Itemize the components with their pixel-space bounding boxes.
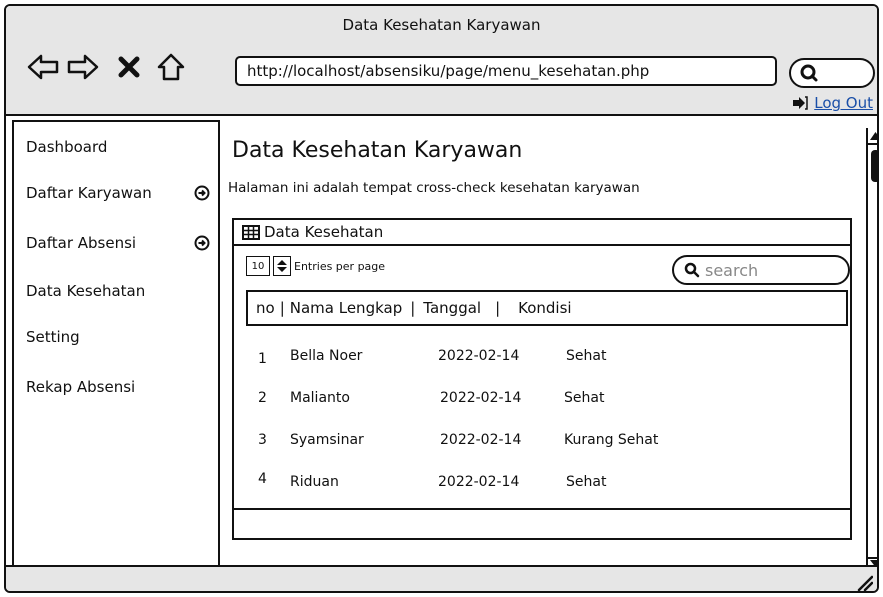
sidebar-item-data-kesehatan[interactable]: Data Kesehatan [26,282,210,300]
column-separator: | [495,299,501,317]
browser-window: Data Kesehatan Karyawan http://localhost… [4,4,879,593]
cell-condition: Kurang Sehat [564,432,659,448]
cell-condition: Sehat [564,390,605,406]
sidebar-item-daftar-karyawan[interactable]: Daftar Karyawan [26,184,210,202]
sidebar-item-label: Setting [26,328,80,346]
column-header-tanggal[interactable]: Tanggal [423,299,481,317]
browser-search-field[interactable] [789,58,875,88]
search-icon [800,64,818,82]
sidebar-item-daftar-absensi[interactable]: Daftar Absensi [26,234,210,252]
entries-select[interactable]: 10 [246,256,270,276]
sidebar-item-dashboard[interactable]: Dashboard [26,138,210,156]
panel-footer [234,508,850,510]
column-header-nama-lengkap[interactable]: Nama Lengkap [290,299,402,317]
table-grid-icon [242,224,260,240]
close-icon[interactable] [112,52,146,82]
entries-label: Entries per page [294,259,386,273]
cell-no: 1 [258,351,267,367]
cell-condition: Sehat [566,474,607,490]
logout-link[interactable]: Log Out [792,94,873,112]
column-separator: | [410,299,416,317]
table-row[interactable]: 3 Syamsinar 2022-02-14 Kurang Sehat [258,432,818,456]
cell-name: Malianto [290,390,350,406]
sidebar-item-label: Rekap Absensi [26,378,136,396]
cell-date: 2022-02-14 [438,474,520,490]
page-description: Halaman ini adalah tempat cross-check ke… [228,180,640,196]
data-panel: Data Kesehatan 10 Entries per page searc… [232,218,852,540]
cell-no: 4 [258,471,267,487]
cell-no: 2 [258,390,267,406]
vertical-scrollbar[interactable] [866,128,877,568]
sidebar: Dashboard Daftar Karyawan Daftar Absensi… [12,120,220,582]
cell-date: 2022-02-14 [440,390,522,406]
circle-arrow-right-icon [194,185,210,201]
cell-date: 2022-02-14 [440,432,522,448]
cell-condition: Sehat [566,348,607,364]
sidebar-item-setting[interactable]: Setting [26,328,210,346]
stepper-icon[interactable] [273,256,291,276]
home-icon[interactable] [154,52,188,82]
panel-title: Data Kesehatan [264,223,384,241]
column-separator: | [279,299,285,317]
logout-icon [793,96,808,110]
table-search-input[interactable]: search [672,255,850,285]
browser-toolbar: Data Kesehatan Karyawan http://localhost… [6,6,877,116]
sidebar-item-rekap-absensi[interactable]: Rekap Absensi [26,378,210,396]
sidebar-item-label: Daftar Absensi [26,234,137,252]
cell-name: Riduan [290,474,339,490]
sidebar-item-label: Daftar Karyawan [26,184,152,202]
logout-label[interactable]: Log Out [814,94,873,112]
search-placeholder: search [705,260,759,280]
search-icon [684,262,700,278]
column-header-no[interactable]: no [256,299,275,317]
url-bar[interactable]: http://localhost/absensiku/page/menu_kes… [235,56,777,86]
table-row[interactable]: 2 Malianto 2022-02-14 Sehat [258,390,818,414]
cell-date: 2022-02-14 [438,348,520,364]
column-header-kondisi[interactable]: Kondisi [518,299,571,317]
sidebar-item-label: Dashboard [26,138,108,156]
panel-header: Data Kesehatan [234,220,850,246]
sidebar-item-label: Data Kesehatan [26,282,146,300]
window-title: Data Kesehatan Karyawan [342,16,541,34]
table-row[interactable]: 1 Bella Noer 2022-02-14 Sehat [258,348,818,372]
main-content: Data Kesehatan Karyawan Halaman ini adal… [228,120,858,566]
cell-name: Syamsinar [290,432,364,448]
cell-name: Bella Noer [290,348,363,364]
cell-no: 3 [258,432,267,448]
page-title: Data Kesehatan Karyawan [232,138,523,163]
back-arrow-icon[interactable] [26,52,60,82]
entries-per-page: 10 Entries per page [246,256,385,276]
circle-arrow-right-icon [194,235,210,251]
resize-grip-icon[interactable] [857,575,873,591]
table-row[interactable]: 4 Riduan 2022-02-14 Sehat [258,471,818,498]
table-header: no | Nama Lengkap | Tanggal | Kondisi [246,290,848,326]
forward-arrow-icon[interactable] [66,52,100,82]
status-bar [6,565,877,591]
